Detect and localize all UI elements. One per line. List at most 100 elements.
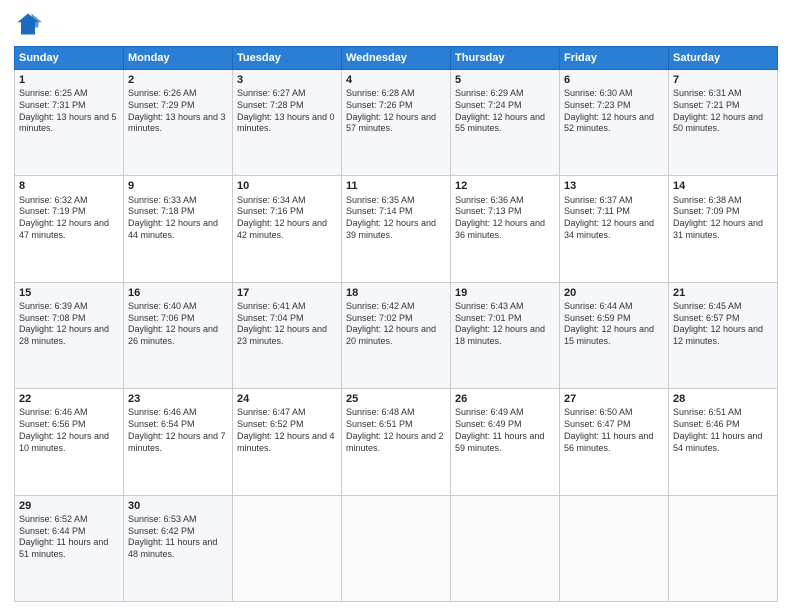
day-number: 27 bbox=[564, 392, 664, 406]
calendar-cell: 10Sunrise: 6:34 AMSunset: 7:16 PMDayligh… bbox=[233, 176, 342, 282]
day-number: 5 bbox=[455, 73, 555, 87]
daylight: Daylight: 11 hours and 54 minutes. bbox=[673, 431, 762, 453]
calendar-cell: 8Sunrise: 6:32 AMSunset: 7:19 PMDaylight… bbox=[15, 176, 124, 282]
calendar-cell: 2Sunrise: 6:26 AMSunset: 7:29 PMDaylight… bbox=[124, 70, 233, 176]
sunset: Sunset: 7:16 PM bbox=[237, 206, 304, 216]
daylight: Daylight: 13 hours and 5 minutes. bbox=[19, 112, 117, 134]
calendar-cell: 1Sunrise: 6:25 AMSunset: 7:31 PMDaylight… bbox=[15, 70, 124, 176]
sunrise: Sunrise: 6:31 AM bbox=[673, 88, 742, 98]
calendar-row: 29Sunrise: 6:52 AMSunset: 6:44 PMDayligh… bbox=[15, 495, 778, 601]
calendar-cell: 28Sunrise: 6:51 AMSunset: 6:46 PMDayligh… bbox=[669, 389, 778, 495]
calendar-cell: 15Sunrise: 6:39 AM Sunset: 7:08 PMDayligh… bbox=[15, 282, 124, 388]
sunset: Sunset: 6:49 PM bbox=[455, 419, 522, 429]
daylight: Daylight: 12 hours and 34 minutes. bbox=[564, 218, 654, 240]
calendar-cell: 12Sunrise: 6:36 AMSunset: 7:13 PMDayligh… bbox=[451, 176, 560, 282]
calendar-cell: 14Sunrise: 6:38 AMSunset: 7:09 PMDayligh… bbox=[669, 176, 778, 282]
calendar-cell: 17Sunrise: 6:41 AMSunset: 7:04 PMDayligh… bbox=[233, 282, 342, 388]
calendar-cell: 16Sunrise: 6:40 AMSunset: 7:06 PMDayligh… bbox=[124, 282, 233, 388]
sunset: Sunset: 6:52 PM bbox=[237, 419, 304, 429]
day-number: 6 bbox=[564, 73, 664, 87]
day-number: 14 bbox=[673, 179, 773, 193]
calendar-cell bbox=[451, 495, 560, 601]
daylight: Daylight: 12 hours and 2 minutes. bbox=[346, 431, 444, 453]
day-number: 19 bbox=[455, 286, 555, 300]
daylight: Daylight: 11 hours and 56 minutes. bbox=[564, 431, 653, 453]
calendar-cell bbox=[233, 495, 342, 601]
daylight: Daylight: 12 hours and 15 minutes. bbox=[564, 324, 654, 346]
sunset: Sunset: 6:46 PM bbox=[673, 419, 740, 429]
sunset: Sunset: 7:19 PM bbox=[19, 206, 86, 216]
day-number: 15 bbox=[19, 286, 119, 300]
calendar-cell: 19Sunrise: 6:43 AMSunset: 7:01 PMDayligh… bbox=[451, 282, 560, 388]
calendar-cell: 26Sunrise: 6:49 AMSunset: 6:49 PMDayligh… bbox=[451, 389, 560, 495]
sunrise: Sunrise: 6:36 AM bbox=[455, 195, 524, 205]
sunset: Sunset: 7:24 PM bbox=[455, 100, 522, 110]
daylight: Daylight: 12 hours and 7 minutes. bbox=[128, 431, 226, 453]
sunrise: Sunrise: 6:33 AM bbox=[128, 195, 197, 205]
day-number: 16 bbox=[128, 286, 228, 300]
calendar-cell: 24Sunrise: 6:47 AMSunset: 6:52 PMDayligh… bbox=[233, 389, 342, 495]
col-header-wednesday: Wednesday bbox=[342, 47, 451, 70]
sunrise: Sunrise: 6:35 AM bbox=[346, 195, 415, 205]
sunset: Sunset: 6:47 PM bbox=[564, 419, 631, 429]
daylight: Daylight: 12 hours and 50 minutes. bbox=[673, 112, 763, 134]
header bbox=[14, 10, 778, 38]
calendar-cell: 7Sunrise: 6:31 AMSunset: 7:21 PMDaylight… bbox=[669, 70, 778, 176]
calendar-cell: 5Sunrise: 6:29 AM Sunset: 7:24 PM Daylight… bbox=[451, 70, 560, 176]
day-number: 18 bbox=[346, 286, 446, 300]
sunrise: Sunrise: 6:29 AM bbox=[455, 88, 524, 98]
sunrise: Sunrise: 6:51 AM bbox=[673, 407, 742, 417]
calendar-cell: 30Sunrise: 6:53 AMSunset: 6:42 PMDayligh… bbox=[124, 495, 233, 601]
col-header-thursday: Thursday bbox=[451, 47, 560, 70]
sunset: Sunset: 6:44 PM bbox=[19, 526, 86, 536]
daylight: Daylight: 12 hours and 55 minutes. bbox=[455, 112, 545, 134]
daylight: Daylight: 12 hours and 12 minutes. bbox=[673, 324, 763, 346]
col-header-tuesday: Tuesday bbox=[233, 47, 342, 70]
calendar-cell: 11Sunrise: 6:35 AMSunset: 7:14 PMDayligh… bbox=[342, 176, 451, 282]
day-number: 17 bbox=[237, 286, 337, 300]
day-number: 24 bbox=[237, 392, 337, 406]
sunset: Sunset: 7:01 PM bbox=[455, 313, 522, 323]
col-header-friday: Friday bbox=[560, 47, 669, 70]
sunset: Sunset: 6:59 PM bbox=[564, 313, 631, 323]
sunrise: Sunrise: 6:26 AM bbox=[128, 88, 197, 98]
sunset: Sunset: 7:29 PM bbox=[128, 100, 195, 110]
col-header-monday: Monday bbox=[124, 47, 233, 70]
sunrise: Sunrise: 6:46 AM bbox=[19, 407, 88, 417]
sunset: Sunset: 7:08 PM bbox=[19, 313, 86, 323]
sunrise: Sunrise: 6:46 AM bbox=[128, 407, 197, 417]
daylight: Daylight: 11 hours and 59 minutes. bbox=[455, 431, 544, 453]
calendar-cell: 27Sunrise: 6:50 AM Sunset: 6:47 PM Dayligh… bbox=[560, 389, 669, 495]
page: SundayMondayTuesdayWednesdayThursdayFrid… bbox=[0, 0, 792, 612]
calendar-row: 1Sunrise: 6:25 AMSunset: 7:31 PMDaylight… bbox=[15, 70, 778, 176]
calendar-cell: 4Sunrise: 6:28 AMSunset: 7:26 PMDaylight… bbox=[342, 70, 451, 176]
sunrise: Sunrise: 6:53 AM bbox=[128, 514, 197, 524]
daylight: Daylight: 13 hours and 0 minutes. bbox=[237, 112, 335, 134]
sunset: Sunset: 6:56 PM bbox=[19, 419, 86, 429]
day-number: 4 bbox=[346, 73, 446, 87]
daylight: Daylight: 11 hours and 48 minutes. bbox=[128, 537, 217, 559]
day-number: 13 bbox=[564, 179, 664, 193]
sunset: Sunset: 7:09 PM bbox=[673, 206, 740, 216]
sunrise: Sunrise: 6:45 AM bbox=[673, 301, 742, 311]
sunrise: Sunrise: 6:50 AM bbox=[564, 407, 633, 417]
calendar-cell: 3Sunrise: 6:27 AMSunset: 7:28 PMDaylight… bbox=[233, 70, 342, 176]
calendar-cell: 23Sunrise: 6:46 AMSunset: 6:54 PMDayligh… bbox=[124, 389, 233, 495]
sunrise: Sunrise: 6:34 AM bbox=[237, 195, 306, 205]
sunset: Sunset: 6:51 PM bbox=[346, 419, 413, 429]
daylight: Daylight: 12 hours and 28 minutes. bbox=[19, 324, 109, 346]
logo bbox=[14, 10, 46, 38]
sunrise: Sunrise: 6:44 AM bbox=[564, 301, 633, 311]
sunrise: Sunrise: 6:30 AM bbox=[564, 88, 633, 98]
day-number: 9 bbox=[128, 179, 228, 193]
sunset: Sunset: 7:26 PM bbox=[346, 100, 413, 110]
calendar-cell bbox=[342, 495, 451, 601]
daylight: Daylight: 12 hours and 4 minutes. bbox=[237, 431, 335, 453]
day-number: 2 bbox=[128, 73, 228, 87]
sunset: Sunset: 7:23 PM bbox=[564, 100, 631, 110]
daylight: Daylight: 12 hours and 42 minutes. bbox=[237, 218, 327, 240]
sunrise: Sunrise: 6:39 AM bbox=[19, 301, 88, 311]
calendar-cell: 6Sunrise: 6:30 AMSunset: 7:23 PMDaylight… bbox=[560, 70, 669, 176]
sunset: Sunset: 7:14 PM bbox=[346, 206, 413, 216]
day-number: 1 bbox=[19, 73, 119, 87]
